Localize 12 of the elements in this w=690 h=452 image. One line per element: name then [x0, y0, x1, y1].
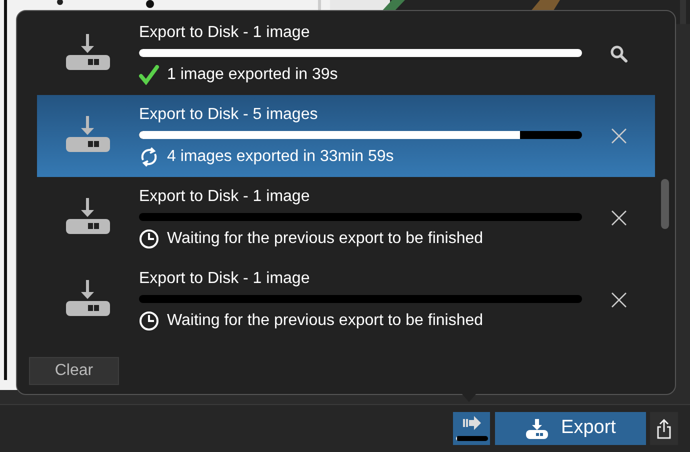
share-button[interactable] — [650, 412, 678, 445]
export-label: Export — [561, 416, 616, 440]
disk-export-icon — [525, 418, 550, 438]
close-icon — [611, 292, 627, 308]
search-icon — [610, 45, 628, 63]
close-icon — [611, 128, 627, 144]
activity-button[interactable] — [453, 412, 490, 445]
scrollbar-thumb[interactable] — [661, 179, 669, 229]
arrow-icon — [462, 416, 480, 430]
export-button[interactable]: Export — [495, 412, 646, 445]
share-icon — [656, 418, 672, 438]
close-icon — [611, 210, 627, 226]
